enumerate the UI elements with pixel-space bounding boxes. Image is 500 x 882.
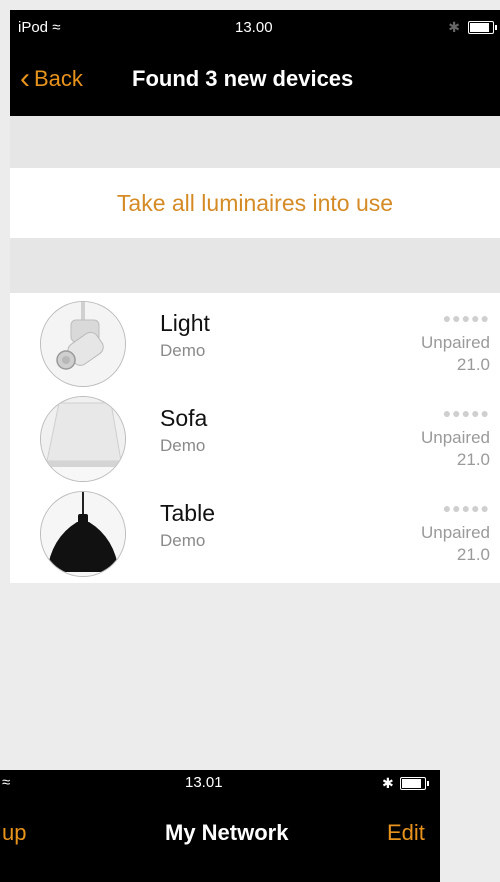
lamp-shade-icon bbox=[41, 397, 125, 481]
spotlight-thumb-icon bbox=[40, 301, 126, 387]
floor-lamp-shade-thumb-icon bbox=[40, 396, 126, 482]
status-left: iPod ≈ bbox=[18, 19, 60, 36]
battery-icon bbox=[468, 21, 497, 34]
device-row-table[interactable]: Table Demo ●●●●● Unpaired 21.0 bbox=[10, 483, 500, 578]
device-list: Light Demo ●●●●● Unpaired 21.0 Sofa Demo… bbox=[10, 293, 500, 583]
pairing-status: Unpaired bbox=[421, 333, 490, 352]
back-button[interactable]: up bbox=[2, 820, 26, 846]
signal-strength-icon: ●●●●● bbox=[442, 405, 490, 421]
device-value: 21.0 bbox=[456, 545, 490, 564]
device-name: Light bbox=[160, 310, 210, 336]
device-subtitle: Demo bbox=[160, 531, 206, 550]
status-right: ✱ bbox=[448, 19, 497, 36]
signal-strength-icon: ●●●●● bbox=[442, 310, 490, 326]
device-discovery-screen: iPod ≈ 13.00 ✱ ‹ Back Found 3 new device… bbox=[10, 10, 500, 770]
wifi-icon: ≈ bbox=[2, 774, 11, 791]
bluetooth-icon: ✱ bbox=[448, 19, 460, 35]
device-subtitle: Demo bbox=[160, 436, 206, 455]
take-all-button[interactable]: Take all luminaires into use bbox=[10, 168, 500, 238]
battery-icon bbox=[399, 777, 429, 790]
status-bar: iPod ≈ 13.00 ✱ bbox=[10, 10, 500, 46]
device-value: 21.0 bbox=[456, 450, 490, 469]
spotlight-icon bbox=[41, 302, 125, 386]
status-time: 13.01 bbox=[185, 774, 223, 791]
page-title: Found 3 new devices bbox=[132, 66, 354, 91]
nav-bar: ‹ Back Found 3 new devices bbox=[10, 46, 500, 116]
back-button[interactable]: ‹ Back bbox=[20, 62, 83, 95]
device-name: Table bbox=[160, 500, 215, 526]
device-row-light[interactable]: Light Demo ●●●●● Unpaired 21.0 bbox=[10, 293, 500, 388]
status-time: 13.00 bbox=[235, 19, 273, 36]
edit-button[interactable]: Edit bbox=[387, 820, 425, 846]
section-spacer bbox=[10, 116, 500, 168]
page-title: My Network bbox=[165, 820, 289, 845]
take-all-label: Take all luminaires into use bbox=[116, 190, 394, 216]
device-subtitle: Demo bbox=[160, 341, 206, 360]
bluetooth-icon: ✱ bbox=[382, 775, 394, 791]
pendant-lamp-thumb-icon bbox=[40, 491, 126, 577]
pairing-status: Unpaired bbox=[421, 428, 490, 447]
back-label: Back bbox=[34, 66, 83, 91]
device-row-sofa[interactable]: Sofa Demo ●●●●● Unpaired 21.0 bbox=[10, 388, 500, 483]
device-value: 21.0 bbox=[456, 355, 490, 374]
pairing-status: Unpaired bbox=[421, 523, 490, 542]
my-network-screen: ≈ 13.01 ✱ up My Network Edit bbox=[0, 770, 440, 882]
wifi-icon: ≈ bbox=[52, 19, 61, 36]
device-name: Sofa bbox=[160, 405, 208, 431]
section-spacer bbox=[10, 238, 500, 293]
carrier-label: iPod bbox=[18, 19, 49, 36]
status-right: ✱ bbox=[382, 775, 429, 792]
signal-strength-icon: ●●●●● bbox=[442, 500, 490, 516]
chevron-left-icon: ‹ bbox=[20, 62, 30, 95]
pendant-lamp-icon bbox=[41, 492, 125, 576]
